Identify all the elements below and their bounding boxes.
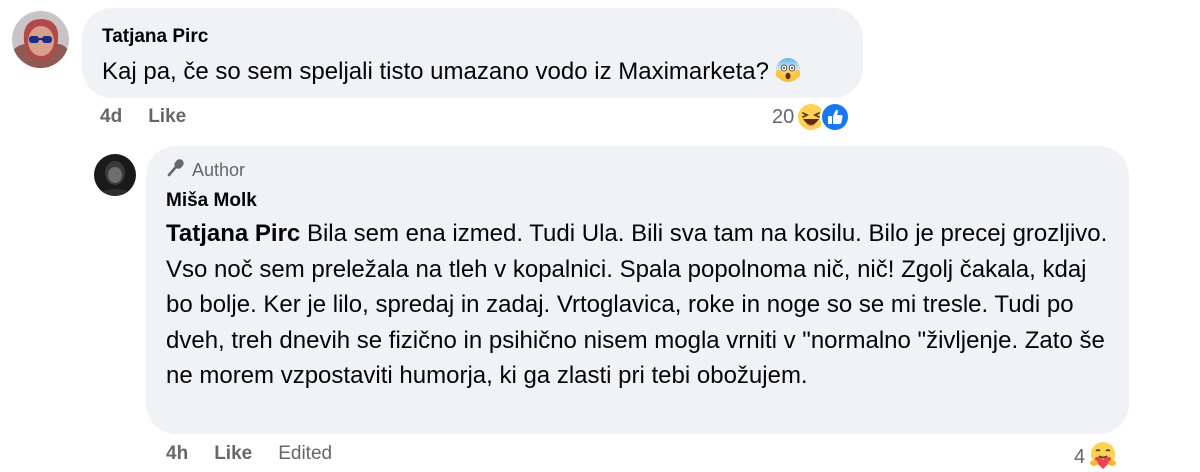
care-reaction-icon: [1087, 439, 1119, 472]
mention-link[interactable]: Tatjana Pirc: [166, 220, 300, 247]
comment-bubble: Tatjana Pirc Kaj pa, če so sem speljali …: [82, 8, 863, 98]
reaction-summary[interactable]: 4: [1074, 439, 1119, 472]
reaction-count[interactable]: 4: [1074, 446, 1085, 469]
edited-label[interactable]: Edited: [278, 443, 332, 465]
reaction-summary[interactable]: 20: [772, 102, 851, 132]
comment-actions: 4h Like Edited: [166, 443, 332, 465]
reaction-count[interactable]: 20: [772, 106, 794, 129]
comment-timestamp[interactable]: 4h: [166, 443, 188, 465]
author-badge: Author: [166, 158, 245, 183]
comment-text: Tatjana Pirc Bila sem ena izmed. Tudi Ul…: [166, 220, 1108, 389]
microphone-icon: [166, 158, 186, 183]
author-badge-label: Author: [192, 160, 246, 180]
like-reaction-icon: [820, 102, 851, 132]
comment-actions: 4d Like: [100, 106, 186, 128]
comment-timestamp[interactable]: 4d: [100, 106, 122, 128]
face-screaming-in-fear-icon: [775, 57, 801, 90]
like-button[interactable]: Like: [214, 443, 252, 465]
like-button[interactable]: Like: [148, 106, 186, 128]
avatar[interactable]: [12, 11, 69, 68]
comment-author[interactable]: Miša Molk: [166, 190, 257, 212]
avatar[interactable]: [94, 154, 136, 196]
reply-bubble: Author Miša Molk Tatjana Pirc Bila sem e…: [146, 146, 1129, 434]
comment-text: Kaj pa, če so sem speljali tisto umazano…: [102, 57, 801, 90]
comment-author[interactable]: Tatjana Pirc: [102, 26, 208, 48]
